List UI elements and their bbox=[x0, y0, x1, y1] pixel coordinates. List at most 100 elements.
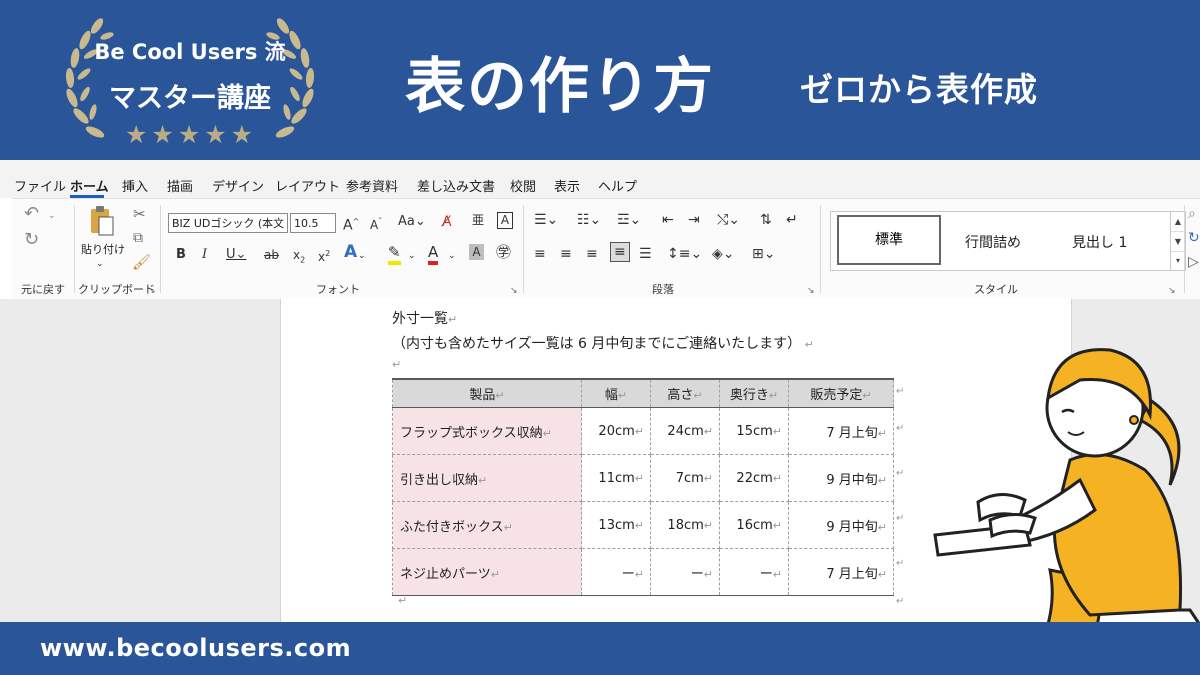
superscript-icon[interactable]: x2 bbox=[318, 245, 330, 266]
increase-indent-icon[interactable]: ⇥ bbox=[688, 211, 700, 229]
text-effects-dropdown-icon[interactable]: ⌄ bbox=[358, 247, 366, 265]
table-cell[interactable]: 13cm↵ bbox=[581, 501, 651, 549]
highlight-icon[interactable]: ✎ bbox=[388, 243, 401, 265]
doc-heading[interactable]: 外寸一覧↵ bbox=[392, 308, 457, 328]
text-effects-icon[interactable]: A bbox=[344, 243, 357, 261]
tab-home[interactable]: ホーム bbox=[70, 176, 109, 195]
tab-mailings[interactable]: 差し込み文書 bbox=[417, 176, 495, 195]
dialog-launcher-icon[interactable]: ↘ bbox=[1168, 282, 1176, 300]
redo-icon[interactable]: ↻ bbox=[24, 231, 39, 249]
distributed-icon[interactable]: ☰ bbox=[639, 245, 652, 263]
strikethrough-icon[interactable]: ab bbox=[264, 246, 279, 264]
font-name-combo[interactable]: BIZ UDゴシック (本文 bbox=[168, 213, 288, 233]
table-header-cell[interactable]: 高さ↵ bbox=[650, 378, 720, 408]
undo-dropdown-icon[interactable]: ⌄ bbox=[48, 207, 56, 225]
decrease-indent-icon[interactable]: ⇤ bbox=[662, 211, 674, 229]
multilevel-list-icon[interactable]: ☲⌄ bbox=[617, 211, 641, 229]
table-cell[interactable]: 7 月上旬↵ bbox=[788, 407, 894, 455]
tab-layout[interactable]: レイアウト bbox=[275, 176, 340, 195]
phonetic-guide-icon[interactable]: 亜 bbox=[472, 211, 484, 229]
product-cell[interactable]: ふた付きボックス↵ bbox=[392, 501, 582, 549]
subscript-icon[interactable]: x2 bbox=[293, 246, 305, 269]
table-cell[interactable]: 20cm↵ bbox=[581, 407, 651, 455]
undo-icon[interactable]: ↶ bbox=[24, 205, 39, 223]
grow-font-icon[interactable]: A^ bbox=[343, 213, 359, 235]
tab-view[interactable]: 表示 bbox=[554, 176, 580, 195]
paste-icon[interactable] bbox=[88, 205, 116, 237]
table-cell[interactable]: 24cm↵ bbox=[650, 407, 720, 455]
borders-icon[interactable]: ⊞⌄ bbox=[752, 245, 775, 263]
bold-icon[interactable]: B bbox=[176, 246, 186, 264]
character-shading-icon[interactable]: A bbox=[469, 244, 484, 260]
shrink-font-icon[interactable]: Aˇ bbox=[370, 213, 382, 234]
tab-references[interactable]: 参考資料 bbox=[346, 176, 398, 195]
tab-file[interactable]: ファイル bbox=[14, 176, 66, 195]
table-cell[interactable]: ー↵ bbox=[650, 548, 720, 596]
cell-text: 11cm bbox=[598, 470, 635, 486]
tab-help[interactable]: ヘルプ bbox=[598, 176, 637, 195]
table-cell[interactable]: 15cm↵ bbox=[719, 407, 789, 455]
cut-icon[interactable]: ✂ bbox=[133, 205, 146, 223]
align-right-icon[interactable]: ≡ bbox=[586, 245, 598, 263]
table-cell[interactable]: 22cm↵ bbox=[719, 454, 789, 502]
table-cell[interactable]: 16cm↵ bbox=[719, 501, 789, 549]
align-center-icon[interactable]: ≡ bbox=[560, 245, 572, 263]
tab-draw[interactable]: 描画 bbox=[167, 176, 193, 195]
doc-note[interactable]: （内寸も含めたサイズ一覧は 6 月中旬までにご連絡いたします） ↵ bbox=[392, 333, 814, 353]
site-url[interactable]: www.becoolusers.com bbox=[40, 634, 351, 662]
align-left-icon[interactable]: ≡ bbox=[534, 245, 546, 263]
text-direction-icon[interactable]: ⤭⌄ bbox=[717, 211, 740, 229]
table-cell[interactable]: ー↵ bbox=[581, 548, 651, 596]
product-cell[interactable]: フラップ式ボックス収納↵ bbox=[392, 407, 582, 455]
product-cell[interactable]: 引き出し収納↵ bbox=[392, 454, 582, 502]
numbering-icon[interactable]: ☷⌄ bbox=[577, 211, 601, 229]
table-cell[interactable]: 7cm↵ bbox=[650, 454, 720, 502]
highlight-dropdown-icon[interactable]: ⌄ bbox=[408, 247, 416, 265]
font-size-combo[interactable]: 10.5 bbox=[290, 213, 336, 233]
chevron-up-icon[interactable]: ▲ bbox=[1171, 212, 1185, 231]
dialog-launcher-icon[interactable]: ↘ bbox=[148, 282, 156, 300]
change-case-icon[interactable]: Aa⌄ bbox=[398, 213, 426, 231]
style-no-spacing[interactable]: 行間詰め bbox=[965, 232, 1021, 252]
table-header-cell[interactable]: 奥行き↵ bbox=[719, 378, 789, 408]
more-styles-icon[interactable]: ▾ bbox=[1171, 251, 1185, 270]
select-icon[interactable]: ▷ bbox=[1188, 253, 1199, 271]
style-heading-1[interactable]: 見出し 1 bbox=[1072, 232, 1127, 252]
table-cell[interactable]: 18cm↵ bbox=[650, 501, 720, 549]
style-normal[interactable]: 標準 bbox=[837, 215, 941, 265]
find-icon[interactable]: ⌕ bbox=[1188, 205, 1196, 223]
dialog-launcher-icon[interactable]: ↘ bbox=[807, 282, 815, 300]
chevron-down-icon[interactable]: ▼ bbox=[1171, 231, 1185, 251]
sort-icon[interactable]: ⇅ bbox=[760, 211, 772, 229]
product-cell[interactable]: ネジ止めパーツ↵ bbox=[392, 548, 582, 596]
table-cell[interactable]: 11cm↵ bbox=[581, 454, 651, 502]
table-cell[interactable]: ー↵ bbox=[719, 548, 789, 596]
font-color-dropdown-icon[interactable]: ⌄ bbox=[448, 247, 456, 265]
tab-review[interactable]: 校閲 bbox=[510, 176, 536, 195]
tab-design[interactable]: デザイン bbox=[212, 176, 264, 195]
table-header-cell[interactable]: 幅↵ bbox=[581, 378, 651, 408]
format-painter-icon[interactable]: 🖌 bbox=[132, 253, 151, 271]
underline-icon[interactable]: U⌄ bbox=[226, 246, 246, 264]
replace-icon[interactable]: ↻ bbox=[1188, 229, 1200, 247]
italic-icon[interactable]: I bbox=[202, 246, 207, 264]
tab-insert[interactable]: 挿入 bbox=[122, 176, 148, 195]
show-marks-icon[interactable]: ↵ bbox=[786, 211, 798, 229]
dialog-launcher-icon[interactable]: ↘ bbox=[510, 282, 518, 300]
enclose-characters-icon[interactable]: ㊫ bbox=[496, 243, 511, 261]
shading-icon[interactable]: ◈⌄ bbox=[712, 245, 735, 263]
paste-dropdown-icon[interactable]: ⌄ bbox=[96, 255, 104, 273]
table-cell[interactable]: 9 月中旬↵ bbox=[788, 454, 894, 502]
table-cell[interactable]: 9 月中旬↵ bbox=[788, 501, 894, 549]
copy-icon[interactable]: ⧉ bbox=[133, 229, 143, 247]
bullets-icon[interactable]: ☰⌄ bbox=[534, 211, 558, 229]
products-table[interactable]: 製品↵ 幅↵ 高さ↵ 奥行き↵ 販売予定↵ フラップ式ボックス収納↵ 20cm↵… bbox=[392, 378, 894, 596]
table-header-cell[interactable]: 販売予定↵ bbox=[788, 378, 894, 408]
justify-icon[interactable]: ≡ bbox=[610, 242, 630, 262]
table-header-cell[interactable]: 製品↵ bbox=[392, 378, 582, 408]
table-cell[interactable]: 7 月上旬↵ bbox=[788, 548, 894, 596]
clear-formatting-icon[interactable]: A̸ bbox=[442, 213, 452, 231]
character-border-icon[interactable]: A bbox=[497, 212, 513, 229]
font-color-icon[interactable]: A bbox=[428, 243, 439, 265]
line-spacing-icon[interactable]: ↕≡⌄ bbox=[667, 245, 702, 263]
